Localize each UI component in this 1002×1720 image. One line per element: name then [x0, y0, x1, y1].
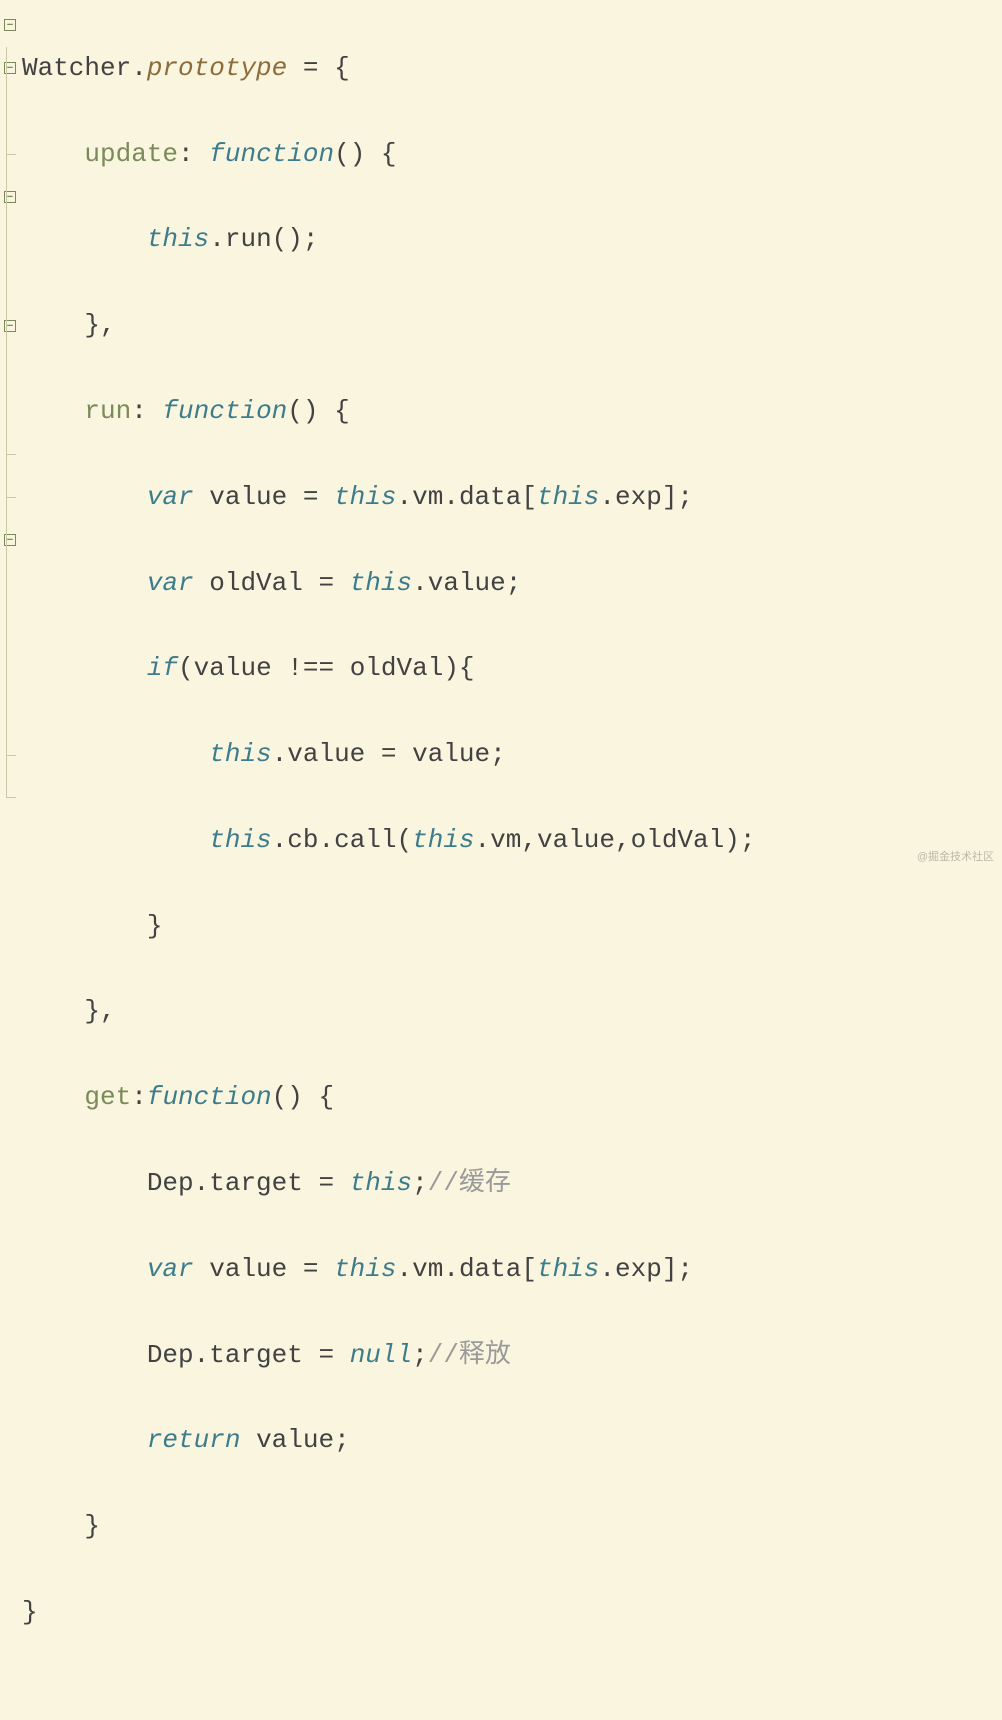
code-line: var value = this.vm.data[this.exp];	[22, 476, 1002, 519]
code-line: get:function() {	[22, 1076, 1002, 1119]
code-line: update: function() {	[22, 133, 1002, 176]
code-line: },	[22, 990, 1002, 1033]
fold-gutter: − − − − −	[0, 4, 20, 819]
code-line: Dep.target = null;//释放	[22, 1334, 1002, 1377]
fold-icon[interactable]: −	[4, 19, 16, 31]
code-line: Watcher.prototype = {	[22, 47, 1002, 90]
code-line: this.run();	[22, 218, 1002, 261]
code-block: Watcher.prototype = { update: function()…	[22, 4, 1002, 1720]
code-editor: − − − − − Watcher.prototype = { update: …	[0, 0, 1002, 1720]
code-line: Dep.target = this;//缓存	[22, 1162, 1002, 1205]
code-line: run: function() {	[22, 390, 1002, 433]
code-line: this.value = value;	[22, 733, 1002, 776]
code-line: },	[22, 304, 1002, 347]
code-line: return value;	[22, 1419, 1002, 1462]
code-line: }	[22, 1591, 1002, 1634]
code-line: var oldVal = this.value;	[22, 562, 1002, 605]
code-line: if(value !== oldVal){	[22, 647, 1002, 690]
code-line: }	[22, 905, 1002, 948]
code-line: }	[22, 1505, 1002, 1548]
code-line: this.cb.call(this.vm,value,oldVal);	[22, 819, 1002, 862]
code-line: var value = this.vm.data[this.exp];	[22, 1248, 1002, 1291]
watermark: @掘金技术社区	[917, 848, 994, 866]
